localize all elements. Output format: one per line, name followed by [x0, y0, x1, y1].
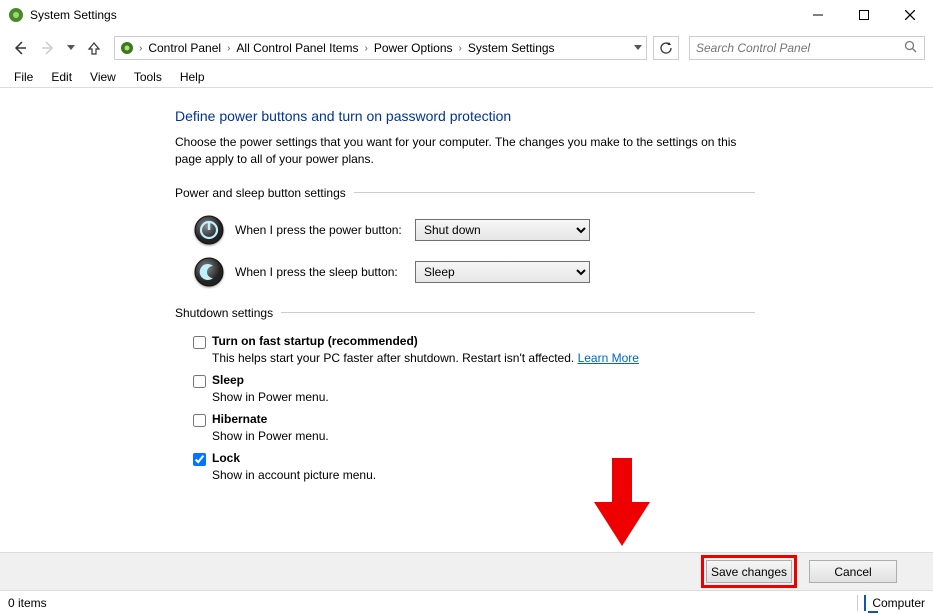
menu-bar: File Edit View Tools Help — [0, 66, 933, 88]
back-button[interactable] — [8, 36, 32, 60]
hibernate-title: Hibernate — [212, 412, 267, 426]
save-changes-button[interactable]: Save changes — [706, 560, 792, 583]
search-icon[interactable] — [904, 40, 918, 57]
cancel-button[interactable]: Cancel — [809, 560, 897, 583]
sleep-button-row: When I press the sleep button: Sleep — [175, 256, 755, 288]
chevron-right-icon[interactable]: › — [364, 43, 367, 54]
hibernate-row: Hibernate Show in Power menu. — [175, 412, 755, 443]
maximize-button[interactable] — [841, 0, 887, 30]
menu-file[interactable]: File — [6, 68, 41, 86]
power-options-icon — [119, 40, 135, 56]
annotation-save-highlight: Save changes — [701, 555, 797, 588]
power-button-icon — [193, 214, 225, 246]
sleep-title: Sleep — [212, 373, 244, 387]
power-button-label: When I press the power button: — [235, 223, 415, 237]
hibernate-desc: Show in Power menu. — [212, 429, 755, 443]
lock-checkbox-label[interactable]: Lock — [193, 451, 755, 466]
search-input[interactable] — [696, 41, 904, 55]
hibernate-checkbox-label[interactable]: Hibernate — [193, 412, 755, 427]
forward-button[interactable] — [36, 36, 60, 60]
status-computer-label: Computer — [872, 596, 925, 610]
content-area: Define power buttons and turn on passwor… — [0, 88, 933, 552]
chevron-right-icon[interactable]: › — [139, 43, 142, 54]
status-item-count: 0 items — [8, 596, 47, 610]
title-bar: System Settings — [0, 0, 933, 30]
menu-edit[interactable]: Edit — [43, 68, 80, 86]
button-bar: Save changes Cancel — [0, 552, 933, 590]
breadcrumb-power-options[interactable]: Power Options — [372, 41, 455, 55]
page-description: Choose the power settings that you want … — [175, 134, 755, 168]
app-icon — [8, 7, 24, 23]
hibernate-checkbox[interactable] — [193, 414, 206, 427]
fast-startup-checkbox[interactable] — [193, 336, 206, 349]
status-bar: 0 items Computer — [0, 590, 933, 614]
lock-row: Lock Show in account picture menu. — [175, 451, 755, 482]
sleep-desc: Show in Power menu. — [212, 390, 755, 404]
lock-title: Lock — [212, 451, 240, 465]
up-button[interactable] — [82, 36, 106, 60]
sleep-button-select[interactable]: Sleep — [415, 261, 590, 283]
section-power-sleep-label: Power and sleep button settings — [175, 186, 354, 200]
refresh-button[interactable] — [653, 36, 679, 60]
recent-dropdown[interactable] — [64, 36, 78, 60]
learn-more-link[interactable]: Learn More — [578, 351, 639, 365]
sleep-checkbox[interactable] — [193, 375, 206, 388]
breadcrumb-system-settings[interactable]: System Settings — [466, 41, 557, 55]
minimize-button[interactable] — [795, 0, 841, 30]
section-shutdown: Shutdown settings — [175, 306, 755, 320]
section-power-sleep: Power and sleep button settings — [175, 186, 755, 200]
menu-help[interactable]: Help — [172, 68, 213, 86]
fast-startup-title: Turn on fast startup (recommended) — [212, 334, 418, 348]
breadcrumb-control-panel[interactable]: Control Panel — [146, 41, 223, 55]
page-heading: Define power buttons and turn on passwor… — [175, 108, 755, 124]
sleep-row: Sleep Show in Power menu. — [175, 373, 755, 404]
breadcrumb-all-items[interactable]: All Control Panel Items — [234, 41, 360, 55]
sleep-button-icon — [193, 256, 225, 288]
lock-checkbox[interactable] — [193, 453, 206, 466]
menu-tools[interactable]: Tools — [126, 68, 170, 86]
search-box[interactable] — [689, 36, 925, 60]
sleep-button-label: When I press the sleep button: — [235, 265, 415, 279]
close-button[interactable] — [887, 0, 933, 30]
fast-startup-checkbox-label[interactable]: Turn on fast startup (recommended) — [193, 334, 755, 349]
sleep-checkbox-label[interactable]: Sleep — [193, 373, 755, 388]
power-button-row: When I press the power button: Shut down — [175, 214, 755, 246]
computer-icon — [864, 596, 866, 610]
window-title: System Settings — [30, 8, 795, 22]
status-separator — [857, 595, 858, 611]
chevron-right-icon[interactable]: › — [459, 43, 462, 54]
window-controls — [795, 0, 933, 30]
lock-desc: Show in account picture menu. — [212, 468, 755, 482]
power-button-select[interactable]: Shut down — [415, 219, 590, 241]
section-shutdown-label: Shutdown settings — [175, 306, 281, 320]
fast-startup-desc: This helps start your PC faster after sh… — [212, 351, 755, 365]
address-dropdown-icon[interactable] — [634, 45, 642, 51]
navigation-bar: › Control Panel › All Control Panel Item… — [0, 30, 933, 66]
chevron-right-icon[interactable]: › — [227, 43, 230, 54]
menu-view[interactable]: View — [82, 68, 124, 86]
address-bar[interactable]: › Control Panel › All Control Panel Item… — [114, 36, 647, 60]
fast-startup-row: Turn on fast startup (recommended) This … — [175, 334, 755, 365]
